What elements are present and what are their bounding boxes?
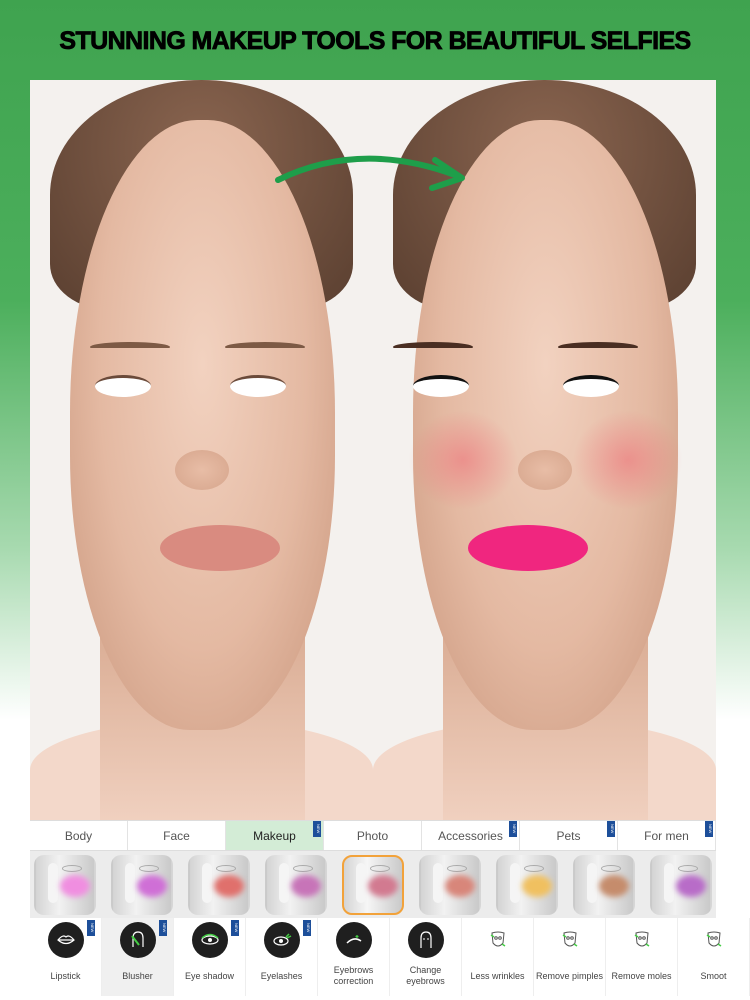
tool-remove-moles[interactable]: Remove moles xyxy=(606,918,678,996)
new-badge: NEW xyxy=(231,920,239,936)
tool-eyelashes[interactable]: Eyelashes NEW xyxy=(246,918,318,996)
tool-label: Eyelashes xyxy=(260,970,303,981)
tab-label: Face xyxy=(163,829,190,843)
tool-label: Remove pimples xyxy=(535,970,604,981)
category-tabs: Body Face Makeup NEW Photo Accessories NEW Pets… xyxy=(30,820,716,851)
blush-swatch[interactable] xyxy=(496,855,558,915)
blush-swatch[interactable] xyxy=(342,855,404,915)
blush-swatch[interactable] xyxy=(265,855,327,915)
tab-makeup[interactable]: Makeup NEW xyxy=(226,821,324,850)
tool-change-eyebrows[interactable]: Change eyebrows xyxy=(390,918,462,996)
mask-moles-icon xyxy=(624,922,660,958)
new-badge: NEW xyxy=(313,821,321,837)
tab-accessories[interactable]: Accessories NEW xyxy=(422,821,520,850)
lips xyxy=(160,525,280,571)
tab-label: Accessories xyxy=(438,829,503,843)
new-badge: NEW xyxy=(509,821,517,837)
tab-body[interactable]: Body xyxy=(30,821,128,850)
tool-label: Change eyebrows xyxy=(406,965,445,986)
tool-less-wrinkles[interactable]: Less wrinkles xyxy=(462,918,534,996)
tool-label: Blusher xyxy=(122,970,153,981)
blush-swatch[interactable] xyxy=(419,855,481,915)
tool-lipstick[interactable]: Lipstick NEW xyxy=(30,918,102,996)
tool-label: Smoot xyxy=(700,970,727,981)
tool-smoot[interactable]: Smoot xyxy=(678,918,750,996)
eye-shadow-icon xyxy=(191,922,228,958)
tool-blusher[interactable]: Blusher NEW xyxy=(102,918,174,996)
blush-swatches xyxy=(30,851,716,918)
tool-eye-shadow[interactable]: Eye shadow NEW xyxy=(174,918,246,996)
mask-smooth-icon xyxy=(696,922,732,958)
new-badge: NEW xyxy=(705,821,713,837)
promo-title: STUNNING MAKEUP TOOLS FOR BEAUTIFUL SELF… xyxy=(59,27,692,56)
mask-pimples-icon xyxy=(552,922,588,958)
tab-label: For men xyxy=(644,829,689,843)
tab-label: Pets xyxy=(556,829,581,843)
blush-swatch[interactable] xyxy=(111,855,173,915)
lips-icon xyxy=(47,922,84,958)
tab-photo[interactable]: Photo xyxy=(324,821,422,850)
tool-eyebrows-correction[interactable]: Eyebrows correction xyxy=(318,918,390,996)
tab-face[interactable]: Face xyxy=(128,821,226,850)
tab-for-men[interactable]: For men NEW xyxy=(618,821,716,850)
eyebrow-icon xyxy=(335,922,372,958)
new-badge: NEW xyxy=(303,920,311,936)
blusher-icon xyxy=(119,922,156,958)
face-eyebrows-icon xyxy=(407,922,444,958)
tool-label: Remove moles xyxy=(611,970,672,981)
tool-label: Eyebrows correction xyxy=(333,965,374,986)
blush-swatch[interactable] xyxy=(573,855,635,915)
tool-label: Less wrinkles xyxy=(470,970,525,981)
new-badge: NEW xyxy=(87,920,95,936)
curved-arrow-icon xyxy=(275,155,465,191)
blush-swatch[interactable] xyxy=(650,855,712,915)
new-badge: NEW xyxy=(607,821,615,837)
pink-lips xyxy=(468,525,588,571)
tab-label: Body xyxy=(64,829,93,843)
tool-label: Eye shadow xyxy=(184,970,235,981)
tab-pets[interactable]: Pets NEW xyxy=(520,821,618,850)
eyelashes-icon xyxy=(263,922,300,958)
tool-bar: Lipstick NEW Blusher NEW Eye shadow NEW Eyelas… xyxy=(30,918,750,996)
tool-label: Lipstick xyxy=(50,970,81,981)
mask-wrinkles-icon xyxy=(480,922,516,958)
blush-swatch[interactable] xyxy=(34,855,96,915)
tool-remove-pimples[interactable]: Remove pimples xyxy=(534,918,606,996)
tab-label: Photo xyxy=(356,829,389,843)
blush-swatch[interactable] xyxy=(188,855,250,915)
tab-label: Makeup xyxy=(253,829,296,843)
new-badge: NEW xyxy=(159,920,167,936)
